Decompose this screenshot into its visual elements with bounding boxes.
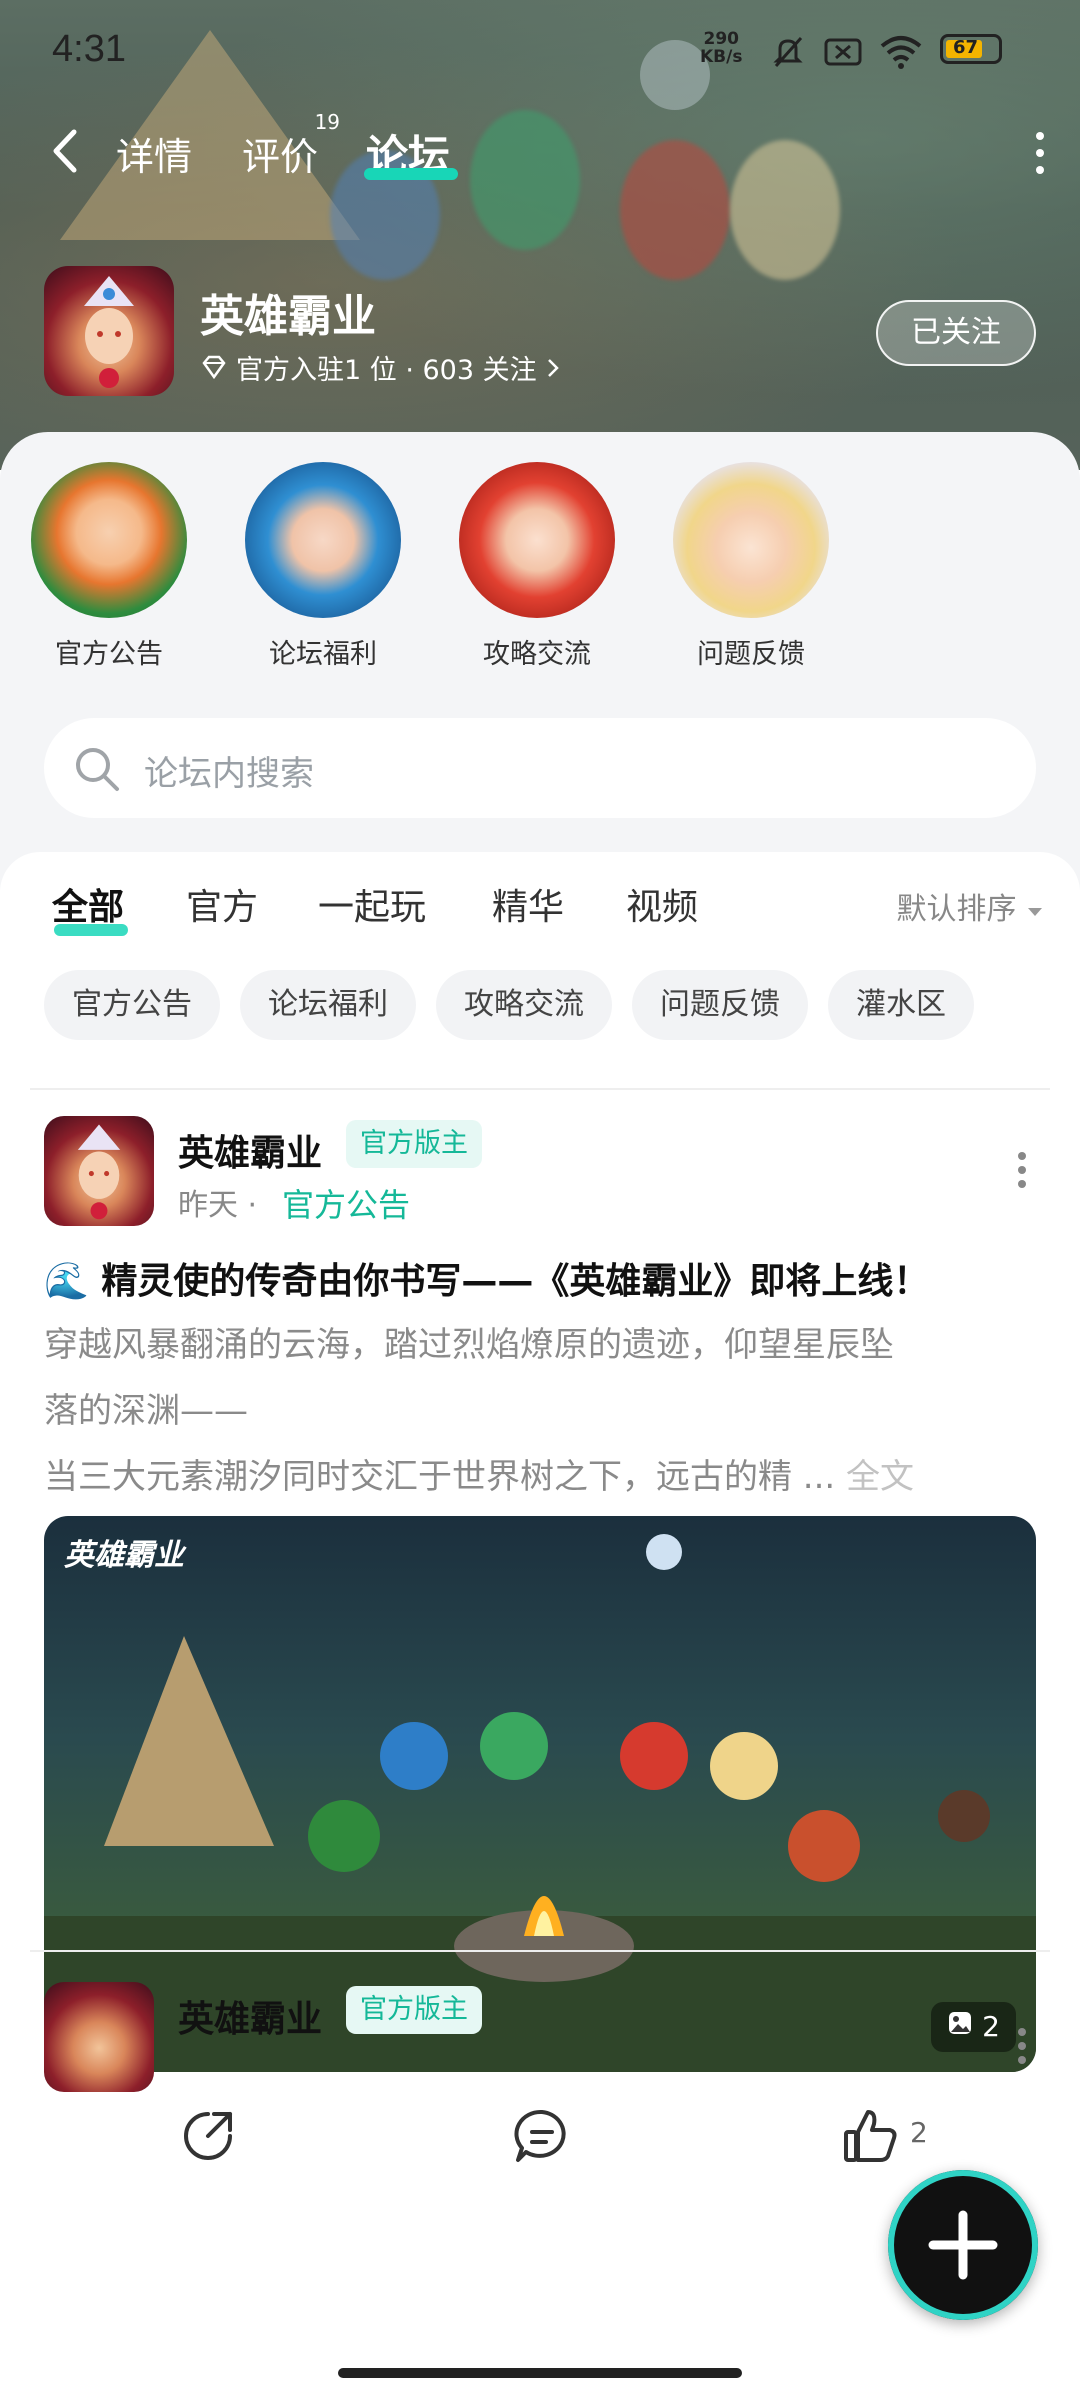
tab-details[interactable]: 详情 [116, 126, 192, 181]
blue-elf-avatar-icon [245, 462, 401, 618]
chip-offtopic[interactable]: 灌水区 [828, 970, 974, 1040]
shortcut-guides-label: 攻略交流 [483, 639, 591, 670]
image-count-badge: 2 [931, 2002, 1016, 2052]
post-author-name[interactable]: 英雄霸业 [178, 1124, 322, 1176]
share-icon[interactable] [178, 2106, 238, 2166]
shortcut-benefits-label: 论坛福利 [269, 639, 377, 670]
post-time: 昨天 · [178, 1188, 258, 1223]
forum-content: 官方公告 论坛福利 攻略交流 问题反馈 论坛内搜索 全部 官方 一起玩 精华 视… [0, 432, 1080, 2400]
game-logo [44, 266, 174, 396]
feed-tab-video[interactable]: 视频 [626, 878, 698, 930]
battery-icon: 67 [940, 34, 1002, 64]
tab-reviews-count: 19 [314, 110, 341, 134]
follow-button[interactable]: 已关注 [876, 300, 1036, 366]
category-chips: 官方公告 论坛福利 攻略交流 问题反馈 灌水区 [44, 970, 1044, 1040]
elf-archer-avatar-icon [31, 462, 187, 618]
plus-icon [928, 2210, 998, 2280]
post-body-line: 落的深渊—— [44, 1391, 248, 1431]
post-more-icon[interactable] [1016, 1150, 1028, 1190]
red-demon-avatar-icon [459, 462, 615, 618]
post-author-avatar[interactable] [44, 1116, 154, 1226]
divider [30, 1088, 1050, 1090]
chip-announcements[interactable]: 官方公告 [44, 970, 220, 1040]
feed-tab-featured[interactable]: 精华 [492, 878, 564, 930]
tab-reviews-label: 评价 [242, 135, 319, 179]
post-author-avatar[interactable] [44, 1982, 154, 2092]
post-body-line: 穿越风暴翻涌的云海，踏过烈焰燎原的遗迹，仰望星辰坠 [44, 1325, 894, 1365]
shortcut-feedback[interactable]: 问题反馈 [656, 462, 846, 671]
diamond-icon [202, 355, 226, 379]
search-icon [76, 748, 119, 791]
image-game-logo: 英雄霸业 [64, 1538, 184, 1573]
feed-filter-tabs: 全部 官方 一起玩 精华 视频 默认排序 [0, 878, 1080, 938]
post-title[interactable]: 🌊 精灵使的传奇由你书写——《英雄霸业》即将上线！ [44, 1252, 1044, 1304]
tab-forum-indicator [364, 168, 458, 180]
post-category[interactable]: 官方公告 [282, 1180, 410, 1226]
game-logo-art-icon [84, 276, 134, 388]
post-body[interactable]: 穿越风暴翻涌的云海，踏过烈焰燎原的遗迹，仰望星辰坠 落的深渊—— 当三大元素潮汐… [44, 1312, 1044, 1510]
game-header: 英雄霸业 官方入驻1 位 · 603 关注 已关注 [0, 262, 1080, 402]
moderator-badge: 官方版主 [346, 1986, 482, 2034]
battery-level: 67 [953, 37, 979, 58]
author-avatar-art-icon [77, 1124, 121, 1220]
mute-bell-icon [773, 37, 803, 67]
status-bar: 4:31 290 KB/s 67 [0, 0, 1080, 100]
like-count: 2 [910, 2116, 928, 2149]
feed-tab-official[interactable]: 官方 [186, 878, 258, 930]
comment-icon[interactable] [512, 2106, 572, 2166]
network-speed-unit: KB/s [700, 47, 743, 67]
chevron-right-icon [547, 358, 559, 377]
shortcut-guides[interactable]: 攻略交流 [442, 462, 632, 671]
moderator-badge: 官方版主 [346, 1120, 482, 1168]
back-arrow-icon[interactable] [42, 126, 92, 176]
top-nav: 详情 评价 19 论坛 [0, 110, 1080, 192]
sort-dropdown[interactable]: 默认排序 [896, 884, 1044, 928]
post-time-value: 昨天 [178, 1188, 238, 1223]
forum-search-bar[interactable]: 论坛内搜索 [44, 718, 1036, 818]
chip-feedback[interactable]: 问题反馈 [632, 970, 808, 1040]
priestess-avatar-icon [673, 462, 829, 618]
chip-guides[interactable]: 攻略交流 [436, 970, 612, 1040]
more-options-icon[interactable] [1030, 128, 1050, 178]
sim-x-icon [824, 38, 862, 66]
chip-benefits[interactable]: 论坛福利 [240, 970, 416, 1040]
divider [30, 1950, 1050, 1952]
campfire-scene-icon [44, 1534, 1036, 2072]
wifi-icon [880, 36, 922, 69]
feed-tab-play-together[interactable]: 一起玩 [318, 878, 426, 930]
post-image[interactable]: 英雄霸业 2 [44, 1516, 1036, 2072]
forum-feed: 全部 官方 一起玩 精华 视频 默认排序 官方公告 论坛福利 攻略交流 问题反馈… [0, 852, 1080, 2400]
image-gallery-icon [949, 2012, 972, 2034]
search-input[interactable]: 论坛内搜索 [144, 746, 314, 795]
feed-tab-all[interactable]: 全部 [52, 878, 124, 930]
shortcut-benefits[interactable]: 论坛福利 [228, 462, 418, 671]
post-body-line: 当三大元素潮汐同时交汇于世界树之下，远古的精 ... 全文 [44, 1444, 1044, 1510]
home-indicator[interactable] [338, 2368, 742, 2378]
create-post-button[interactable] [888, 2170, 1038, 2320]
network-speed: 290 KB/s [700, 30, 742, 66]
sort-label: 默认排序 [896, 892, 1017, 927]
post-body-text: 当三大元素潮汐同时交汇于世界树之下，远古的精 ... [44, 1457, 836, 1497]
game-followers-text: 官方入驻1 位 · 603 关注 [236, 355, 537, 386]
forum-shortcuts: 官方公告 论坛福利 攻略交流 问题反馈 [0, 462, 1080, 692]
tab-reviews[interactable]: 评价 19 [242, 110, 340, 181]
post-author-name[interactable]: 英雄霸业 [178, 1990, 322, 2042]
network-speed-value: 290 [703, 29, 739, 49]
status-time: 4:31 [52, 28, 126, 70]
shortcut-feedback-label: 问题反馈 [697, 639, 805, 670]
game-followers[interactable]: 官方入驻1 位 · 603 关注 [200, 348, 561, 387]
like-icon[interactable] [840, 2106, 900, 2166]
image-count: 2 [982, 2010, 1000, 2043]
feed-tab-indicator [54, 924, 128, 936]
game-title: 英雄霸业 [200, 291, 376, 342]
shortcut-announcements[interactable]: 官方公告 [14, 462, 204, 671]
read-more-link[interactable]: 全文 [846, 1457, 914, 1497]
caret-down-icon [1028, 908, 1042, 916]
post-more-icon[interactable] [1016, 2026, 1028, 2066]
shortcut-announcements-label: 官方公告 [55, 639, 163, 670]
